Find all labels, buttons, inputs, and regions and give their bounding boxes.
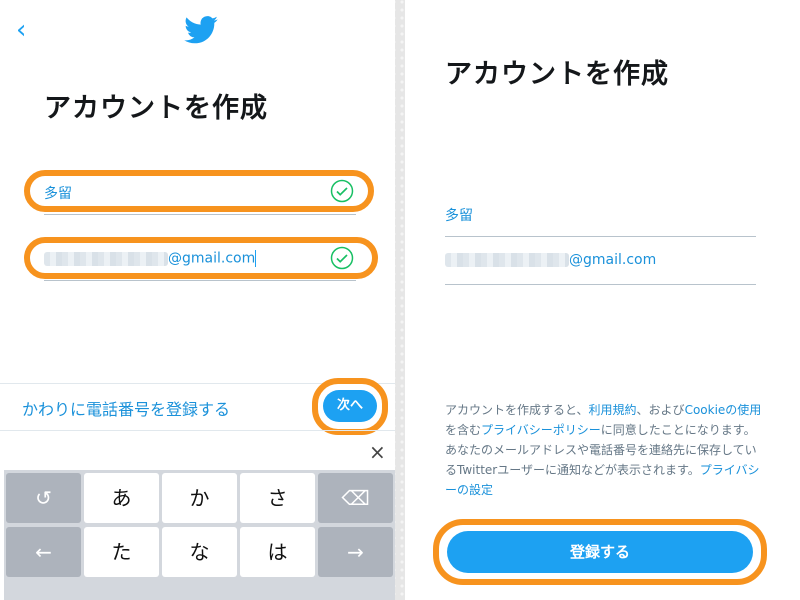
signup-step-panel: ‹ アカウントを作成 多留 @gmail.com かわりに電話番号を登録する 次… — [0, 0, 395, 600]
cookie-link[interactable]: Cookieの使用 — [685, 403, 762, 417]
name-value: 多留 — [44, 186, 72, 202]
legal-text: アカウントを作成すると、 — [445, 403, 589, 417]
legal-text: を含む — [445, 423, 482, 437]
page-title: アカウントを作成 — [44, 93, 268, 124]
text-cursor — [255, 250, 257, 267]
redacted-email-user — [44, 251, 168, 266]
twitter-bird-icon — [184, 16, 218, 44]
check-icon — [330, 179, 354, 203]
back-icon[interactable]: ‹ — [16, 17, 40, 43]
signup-confirm-panel: アカウントを作成 多留 @gmail.com アカウントを作成すると、利用規約、… — [405, 0, 800, 600]
legal-text: 、および — [636, 403, 685, 417]
key-ha[interactable]: は — [240, 527, 315, 577]
name-underline — [445, 236, 756, 237]
key-ta[interactable]: た — [84, 527, 159, 577]
keyboard: ↺ あ か さ ⌫ ← た な は → — [4, 470, 395, 600]
email-field[interactable]: @gmail.com — [445, 252, 656, 268]
name-underline — [44, 214, 356, 215]
right-arrow-key[interactable]: → — [318, 527, 393, 577]
terms-link[interactable]: 利用規約 — [589, 403, 637, 417]
register-button[interactable]: 登録する — [447, 531, 753, 573]
privacy-policy-link[interactable]: プライバシーポリシー — [481, 423, 601, 437]
divider — [0, 430, 395, 431]
close-icon[interactable]: × — [369, 440, 386, 464]
key-na[interactable]: な — [162, 527, 237, 577]
next-button[interactable]: 次へ — [323, 390, 377, 422]
key-a[interactable]: あ — [84, 473, 159, 523]
key-ka[interactable]: か — [162, 473, 237, 523]
name-field[interactable]: 多留 — [44, 183, 72, 203]
email-value: @gmail.com — [569, 252, 657, 268]
name-field[interactable]: 多留 — [445, 205, 473, 225]
page-title: アカウントを作成 — [445, 59, 669, 90]
email-underline — [445, 284, 756, 285]
terms-notice: アカウントを作成すると、利用規約、およびCookieの使用を含むプライバシーポリ… — [445, 400, 767, 500]
check-icon — [330, 246, 354, 270]
delete-key[interactable]: ⌫ — [318, 473, 393, 523]
key-sa[interactable]: さ — [240, 473, 315, 523]
name-field-highlight — [24, 170, 374, 212]
redacted-email-user — [445, 253, 569, 267]
name-value: 多留 — [445, 208, 473, 224]
email-value: @gmail.com — [168, 250, 256, 267]
email-field[interactable]: @gmail.com — [44, 250, 257, 267]
use-phone-link[interactable]: かわりに電話番号を登録する — [22, 396, 230, 420]
undo-key[interactable]: ↺ — [6, 473, 81, 523]
left-arrow-key[interactable]: ← — [6, 527, 81, 577]
email-underline — [44, 280, 356, 281]
